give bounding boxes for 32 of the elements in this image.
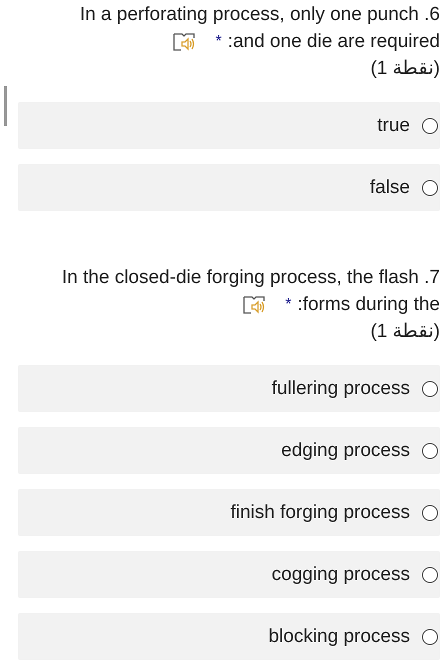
option-label: edging process	[281, 440, 410, 462]
radio-button[interactable]	[422, 118, 438, 134]
speaker-book-icon	[243, 294, 268, 314]
question-text: :forms during the	[297, 293, 440, 317]
radio-button[interactable]	[422, 628, 438, 644]
radio-button[interactable]	[422, 380, 438, 396]
option-label: false	[370, 176, 410, 198]
question-text: In the closed-die forging process, the flash .7	[60, 266, 440, 290]
option-label: finish forging process	[230, 502, 410, 524]
answer-option[interactable]: true	[18, 102, 440, 149]
points-label: (1 نقطة)	[370, 321, 440, 342]
option-label: true	[377, 114, 410, 136]
answer-option[interactable]: fullering process	[18, 365, 440, 412]
option-label: cogging process	[272, 564, 410, 586]
answer-option[interactable]: blocking process	[18, 613, 440, 660]
answer-option[interactable]: finish forging process	[18, 489, 440, 536]
option-label: blocking process	[268, 626, 410, 648]
points-label: (1 نقطة)	[370, 58, 440, 79]
answer-option[interactable]: edging process	[18, 427, 440, 474]
question-text: In a perforating process, only one punch .6	[78, 3, 440, 27]
answer-option[interactable]: cogging process	[18, 551, 440, 598]
question-text: :and one die are required	[228, 30, 440, 54]
speaker-book-icon	[173, 32, 198, 52]
answer-option[interactable]: false	[18, 164, 440, 211]
radio-button[interactable]	[422, 566, 438, 582]
radio-button[interactable]	[422, 180, 438, 196]
required-mark: *	[285, 295, 292, 315]
radio-button[interactable]	[422, 442, 438, 458]
focus-bar	[4, 86, 7, 126]
required-mark: *	[215, 32, 222, 52]
option-label: fullering process	[272, 378, 410, 400]
radio-button[interactable]	[422, 504, 438, 520]
